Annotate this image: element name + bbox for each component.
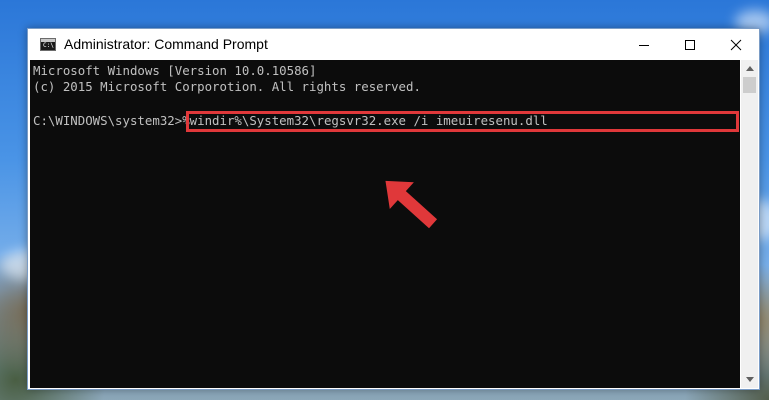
- console-prompt: C:\WINDOWS\system32>: [33, 113, 183, 128]
- minimize-button[interactable]: [621, 29, 667, 60]
- minimize-icon: [639, 44, 649, 46]
- red-arrow-icon: [385, 180, 438, 229]
- console-line-version: Microsoft Windows [Version 10.0.10586]: [33, 63, 317, 78]
- console-output[interactable]: Microsoft Windows [Version 10.0.10586] (…: [30, 60, 740, 388]
- cmd-icon: C:\: [40, 38, 56, 51]
- vertical-scrollbar[interactable]: [741, 60, 758, 388]
- window-title: Administrator: Command Prompt: [64, 36, 268, 52]
- scroll-up-icon: [745, 66, 754, 71]
- scroll-down-icon: [745, 377, 754, 382]
- cmd-icon-text: C:\: [43, 42, 54, 49]
- scroll-down-button[interactable]: [741, 371, 758, 388]
- command-highlight-box: [186, 111, 739, 132]
- scroll-thumb[interactable]: [743, 77, 756, 93]
- maximize-button[interactable]: [667, 29, 713, 60]
- title-bar[interactable]: C:\ Administrator: Command Prompt: [28, 29, 759, 60]
- close-button[interactable]: [713, 29, 759, 60]
- scroll-up-button[interactable]: [741, 60, 758, 77]
- console-line-copyright: (c) 2015 Microsoft Corporotion. All righ…: [33, 79, 421, 94]
- close-icon: [730, 39, 742, 50]
- command-prompt-window: C:\ Administrator: Command Prompt Micros…: [27, 28, 760, 390]
- maximize-icon: [685, 39, 695, 50]
